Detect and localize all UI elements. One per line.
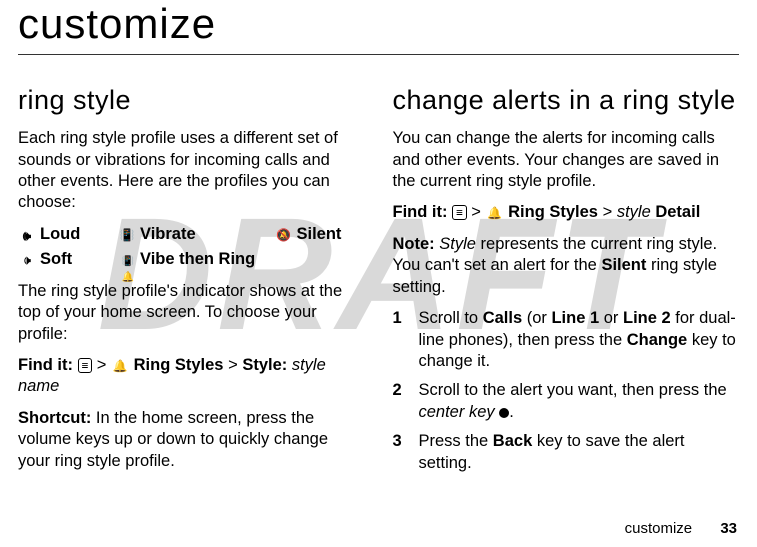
page-footer: customize 33	[625, 520, 737, 537]
find-it-label: Find it:	[393, 203, 448, 221]
profiles-table: Loud Vibrate Silent Soft	[18, 224, 365, 271]
page-content: customize ring style Each ring style pro…	[18, 0, 739, 482]
ring-style-heading: ring style	[18, 83, 365, 118]
profiles-row: Loud Vibrate Silent	[18, 224, 365, 245]
right-column: change alerts in a ring style You can ch…	[393, 83, 740, 482]
profile-label: Loud	[40, 224, 80, 245]
gt: >	[97, 356, 107, 374]
gt: >	[228, 356, 238, 374]
profile-soft: Soft	[18, 249, 118, 270]
page-number: 33	[720, 520, 737, 537]
step-text: Scroll to Calls (or Line 1 or Line 2 for…	[419, 308, 740, 372]
soft-icon	[18, 253, 36, 267]
t: .	[509, 403, 514, 421]
gt: >	[471, 203, 481, 221]
ring-styles-text: Ring Styles	[508, 203, 598, 221]
shortcut-label: Shortcut:	[18, 409, 91, 427]
gt: >	[603, 203, 613, 221]
page-title: customize	[18, 0, 739, 55]
change-text: Change	[627, 331, 688, 349]
silent-icon	[275, 228, 293, 242]
style-placeholder: style	[617, 203, 651, 221]
t: or	[599, 309, 623, 327]
steps-list: 1 Scroll to Calls (or Line 1 or Line 2 f…	[393, 308, 740, 474]
menu-key-icon: ≡	[78, 358, 93, 373]
line2-text: Line 2	[623, 309, 671, 327]
t: (or	[522, 309, 551, 327]
profiles-row: Soft Vibe then Ring	[18, 249, 365, 270]
left-column: ring style Each ring style profile uses …	[18, 83, 365, 482]
columns: ring style Each ring style profile uses …	[18, 83, 739, 482]
step-text: Scroll to the alert you want, then press…	[419, 380, 740, 423]
change-alerts-heading: change alerts in a ring style	[393, 83, 740, 118]
footer-section: customize	[625, 520, 693, 537]
profile-label: Silent	[297, 224, 342, 245]
profile-label: Vibe then Ring	[140, 249, 255, 270]
note-paragraph: Note: Style represents the current ring …	[393, 234, 740, 298]
menu-key-icon: ≡	[452, 205, 467, 220]
vibe-then-ring-icon	[118, 253, 136, 267]
find-it-right: Find it: ≡ > Ring Styles > style Detail	[393, 202, 740, 223]
find-it-left: Find it: ≡ > Ring Styles > Style: style …	[18, 355, 365, 398]
profile-vibe-then-ring: Vibe then Ring	[118, 249, 365, 270]
profile-label: Soft	[40, 249, 72, 270]
note-style: Style	[435, 235, 476, 253]
center-key-text: center key	[419, 403, 495, 421]
style-label: Style:	[242, 356, 287, 374]
step-item: 1 Scroll to Calls (or Line 1 or Line 2 f…	[393, 308, 740, 372]
note-label: Note:	[393, 235, 435, 253]
ring-styles-icon	[111, 359, 129, 373]
profile-silent: Silent	[275, 224, 365, 245]
profile-vibrate: Vibrate	[118, 224, 275, 245]
step-number: 2	[393, 380, 419, 423]
detail-text: Detail	[655, 203, 700, 221]
note-silent: Silent	[601, 256, 646, 274]
vibrate-icon	[118, 228, 136, 242]
ring-styles-icon	[486, 206, 504, 220]
loud-icon	[18, 228, 36, 242]
profile-label: Vibrate	[140, 224, 196, 245]
step-text: Press the Back key to save the alert set…	[419, 431, 740, 474]
ring-style-p2: The ring style profile's indicator shows…	[18, 281, 365, 345]
step-item: 2 Scroll to the alert you want, then pre…	[393, 380, 740, 423]
profile-loud: Loud	[18, 224, 118, 245]
calls-text: Calls	[483, 309, 522, 327]
shortcut-paragraph: Shortcut: In the home screen, press the …	[18, 408, 365, 472]
ring-styles-text: Ring Styles	[134, 356, 224, 374]
ring-style-intro: Each ring style profile uses a different…	[18, 128, 365, 214]
t: Scroll to the alert you want, then press…	[419, 381, 727, 399]
center-key-icon	[499, 408, 509, 418]
t: Press the	[419, 432, 493, 450]
change-alerts-intro: You can change the alerts for incoming c…	[393, 128, 740, 192]
line1-text: Line 1	[551, 309, 599, 327]
step-item: 3 Press the Back key to save the alert s…	[393, 431, 740, 474]
t: Scroll to	[419, 309, 483, 327]
step-number: 1	[393, 308, 419, 372]
find-it-label: Find it:	[18, 356, 73, 374]
step-number: 3	[393, 431, 419, 474]
back-text: Back	[493, 432, 532, 450]
